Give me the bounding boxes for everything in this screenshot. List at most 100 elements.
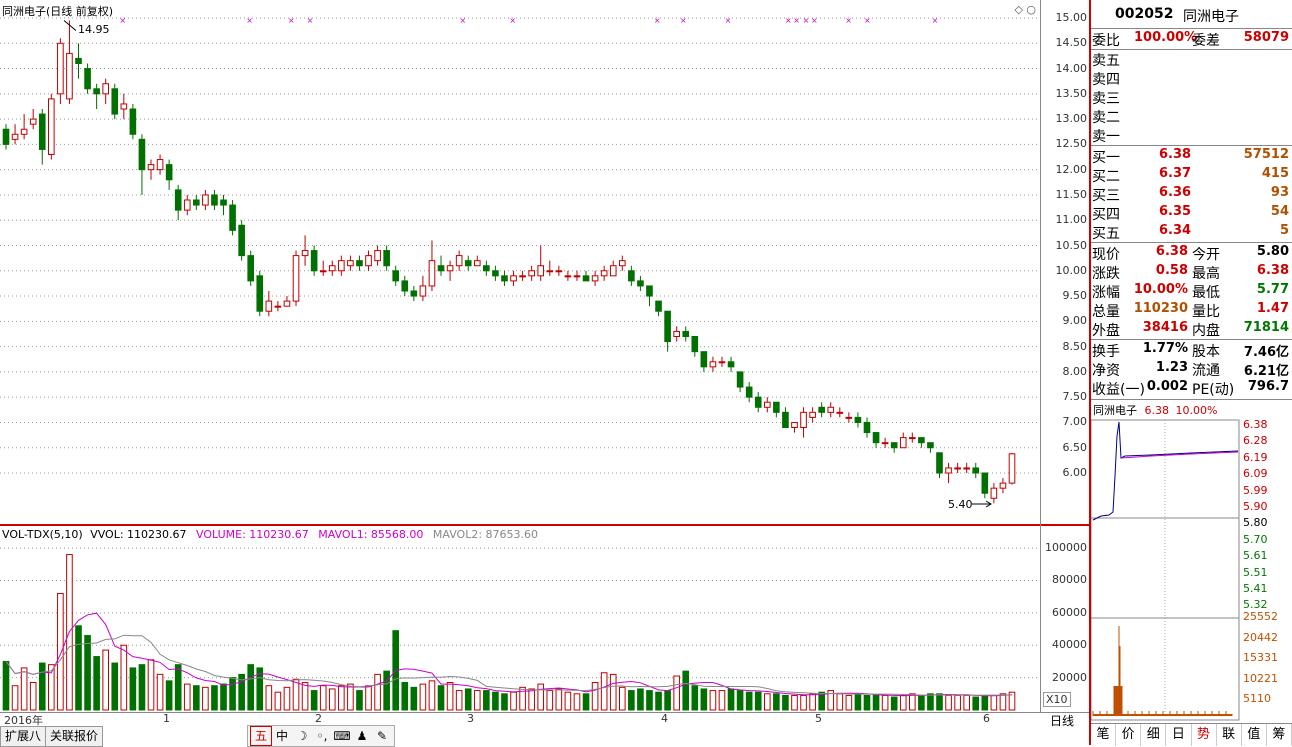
panel-tab[interactable]: 势 bbox=[1192, 724, 1217, 746]
candle bbox=[138, 134, 146, 195]
sell-order-row: 卖四 bbox=[1091, 69, 1292, 88]
volume-bar-down bbox=[483, 690, 490, 711]
candle bbox=[981, 472, 989, 499]
candle bbox=[11, 124, 19, 145]
volume-bar-up bbox=[102, 649, 110, 711]
candle-body-up bbox=[419, 285, 427, 297]
candle-body-down bbox=[691, 336, 699, 353]
candle-body-up bbox=[66, 52, 73, 100]
period-label[interactable]: 日线 bbox=[1050, 712, 1074, 729]
candle bbox=[718, 356, 726, 367]
candle-body-down bbox=[111, 88, 119, 115]
candle bbox=[791, 421, 798, 433]
event-marker: × bbox=[785, 16, 792, 25]
candle bbox=[528, 265, 535, 281]
buy-order-row: 买一 6.38 57512 bbox=[1091, 147, 1292, 166]
volume-bar-up bbox=[510, 691, 517, 711]
price-tick-label: 13.50 bbox=[1055, 86, 1088, 100]
candle bbox=[954, 462, 961, 473]
mini-price-tick: 5.41 bbox=[1243, 582, 1268, 595]
volume-bar-down bbox=[464, 688, 472, 711]
candle-body-down bbox=[664, 310, 671, 343]
tool-five[interactable]: 五 bbox=[250, 726, 272, 746]
candlestick-chart[interactable]: 同洲电子(日线 前复权) ◇ ○ × × × × × × × × × × × × × × × × 14.95 … bbox=[0, 0, 1040, 524]
sell-order-row: 卖三 bbox=[1091, 88, 1292, 107]
dot-comma-icon[interactable]: ◦, bbox=[312, 727, 332, 745]
candle bbox=[229, 200, 236, 236]
panel-tab[interactable]: 联 bbox=[1217, 724, 1242, 746]
volume-bar-down bbox=[193, 685, 200, 711]
high-annotation-line bbox=[63, 20, 77, 31]
volume-bar-up bbox=[347, 683, 354, 711]
tool-middle[interactable]: 中 bbox=[272, 727, 292, 745]
volume-bar-up bbox=[564, 691, 572, 711]
candle bbox=[945, 462, 952, 484]
candle-body-up bbox=[202, 194, 209, 206]
candle bbox=[374, 245, 381, 266]
high-price-label: 14.95 bbox=[78, 23, 110, 36]
volume-bar-up bbox=[274, 691, 282, 711]
candle bbox=[618, 255, 626, 271]
quote-label: 涨幅 bbox=[1092, 285, 1120, 301]
volume-bar-down bbox=[75, 625, 82, 711]
candle bbox=[664, 310, 671, 352]
sell-order-row: 卖一 bbox=[1091, 126, 1292, 145]
quote-value: 10.00% bbox=[1133, 282, 1188, 297]
candle bbox=[2, 124, 10, 150]
tab-related-quote[interactable]: 关联报价 bbox=[45, 726, 104, 747]
candle-body-down bbox=[256, 275, 264, 312]
volume-bar-up bbox=[999, 693, 1007, 711]
candle-body-up bbox=[374, 250, 381, 262]
volume-bar-up bbox=[528, 688, 535, 711]
volume-bar-up bbox=[809, 693, 816, 711]
panel-tab[interactable]: 筹 bbox=[1267, 724, 1292, 746]
volume-bar-up bbox=[29, 681, 37, 711]
quote-value: 1.47 bbox=[1256, 301, 1289, 316]
price-tick-label: 12.50 bbox=[1055, 137, 1088, 151]
wrench-icon[interactable]: ✎ bbox=[372, 727, 392, 745]
candle-body-down bbox=[356, 260, 363, 267]
quote-row: 涨幅 10.00% 最低 5.77 bbox=[1091, 282, 1292, 301]
volume-bar-up bbox=[600, 672, 608, 711]
fund-label: 股本 bbox=[1192, 344, 1220, 360]
panel-tab[interactable]: 细 bbox=[1141, 724, 1167, 746]
volume-bar-up bbox=[718, 690, 726, 711]
tab-extension[interactable]: 扩展八 bbox=[0, 726, 47, 747]
candle-body-up bbox=[963, 467, 970, 470]
candle-body-down bbox=[138, 138, 146, 171]
buy-price: 6.36 bbox=[1159, 185, 1192, 200]
panel-tab[interactable]: 值 bbox=[1242, 724, 1267, 746]
candle bbox=[845, 412, 853, 423]
candle bbox=[691, 336, 699, 357]
candle bbox=[836, 407, 844, 418]
panel-tab[interactable]: 笔 bbox=[1091, 724, 1117, 746]
candle bbox=[863, 417, 871, 438]
candle bbox=[501, 270, 508, 286]
price-tick-label: 15.00 bbox=[1055, 11, 1088, 24]
panel-tab[interactable]: 日 bbox=[1166, 724, 1192, 746]
buy-volume: 57512 bbox=[1243, 147, 1289, 162]
candle-body-down bbox=[863, 421, 871, 434]
mini-vol-tick: 15331 bbox=[1243, 651, 1278, 664]
volume-bar-up bbox=[763, 693, 771, 711]
volume-bar-up bbox=[319, 685, 327, 711]
candle-body-up bbox=[618, 260, 626, 267]
volume-bar-down bbox=[972, 696, 980, 711]
volume-tick-label: 100000 bbox=[1045, 541, 1087, 555]
fund-value: 7.46亿 bbox=[1243, 345, 1289, 360]
person-icon[interactable]: ♟ bbox=[352, 727, 372, 745]
moon-icon[interactable]: ☽ bbox=[292, 727, 312, 745]
panel-tab[interactable]: 价 bbox=[1116, 724, 1142, 746]
mini-vol-tick: 20442 bbox=[1243, 630, 1278, 644]
candle-body-up bbox=[156, 159, 164, 171]
candle bbox=[555, 265, 563, 276]
volume-unit: X10 bbox=[1043, 692, 1071, 707]
mini-price-tick: 5.61 bbox=[1243, 549, 1268, 563]
keyboard-icon[interactable]: ⌨ bbox=[332, 727, 352, 745]
price-tick-label: 11.50 bbox=[1055, 187, 1088, 201]
volume-bar-down bbox=[38, 662, 46, 711]
volume-bar-up bbox=[374, 673, 381, 711]
volume-chart[interactable]: VOL-TDX(5,10) VVOL: 110230.67 VOLUME: 11… bbox=[0, 526, 1040, 712]
candle bbox=[292, 250, 300, 307]
candle bbox=[356, 255, 363, 271]
